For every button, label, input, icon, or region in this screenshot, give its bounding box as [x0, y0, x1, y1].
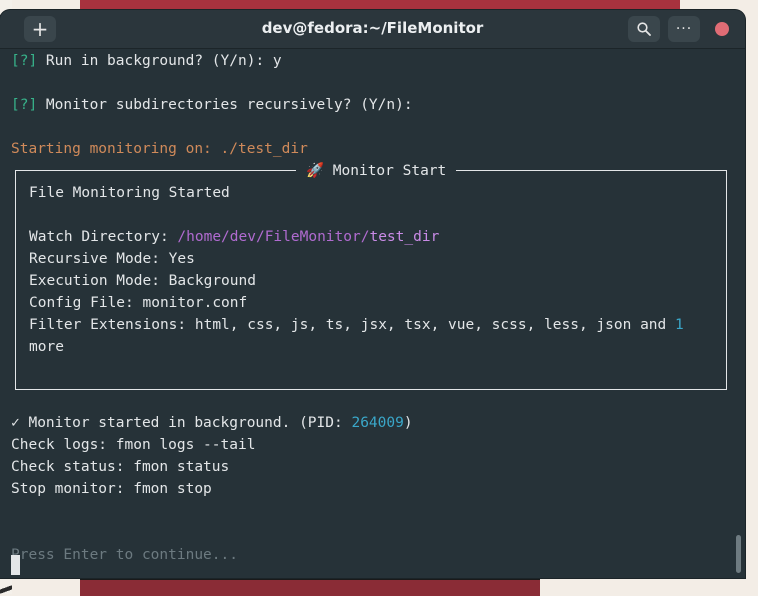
execution-mode: Execution Mode: Background — [29, 273, 256, 289]
filter-label: Filter Extensions: html, css, js, ts, js… — [29, 317, 676, 333]
continue-prompt: Press Enter to continue... — [11, 547, 238, 563]
terminal-output: [?] Run in background? (Y/n): y [?] Moni… — [11, 49, 731, 577]
text-cursor[interactable] — [11, 555, 20, 575]
monitor-start-panel: 🚀 Monitor Start File Monitoring Started … — [15, 160, 727, 390]
started-message: ✓ Monitor started in background. (PID: 2… — [11, 412, 413, 434]
filter-extensions: Filter Extensions: html, css, js, ts, js… — [29, 314, 684, 336]
watch-path: /home/dev/FileMonitor/ — [177, 229, 370, 245]
more-icon: ··· — [675, 21, 693, 37]
prompt-text: Run in background? (Y/n): y — [37, 53, 282, 69]
check-logs: Check logs: fmon logs --tail — [11, 437, 256, 453]
check-status: Check status: fmon status — [11, 459, 230, 475]
prompt-recursive: [?] Monitor subdirectories recursively? … — [11, 94, 413, 116]
prompt-marker: [?] — [11, 97, 38, 113]
terminal-window: + dev@fedora:~/FileMonitor ··· [?] Run i… — [0, 10, 745, 578]
config-file: Config File: monitor.conf — [29, 295, 248, 311]
starting-message: Starting monitoring on: ./test_dir — [11, 141, 308, 157]
wallpaper-bottom — [80, 578, 540, 596]
prompt-background: [?] Run in background? (Y/n): y — [11, 50, 282, 72]
filter-count: 1 — [675, 317, 684, 333]
watch-directory: Watch Directory: /home/dev/FileMonitor/t… — [29, 226, 439, 248]
close-button[interactable] — [715, 22, 729, 36]
prompt-text: Monitor subdirectories recursively? (Y/n… — [37, 97, 413, 113]
filter-more: more — [29, 339, 64, 355]
watch-dir: test_dir — [369, 229, 440, 245]
panel-title: 🚀 Monitor Start — [296, 160, 457, 182]
panel-heading: File Monitoring Started — [29, 185, 230, 201]
prompt-marker: [?] — [11, 53, 38, 69]
started-prefix: ✓ Monitor started in background. (PID: — [11, 415, 352, 431]
recursive-mode: Recursive Mode: Yes — [29, 251, 195, 267]
started-suffix: ) — [403, 415, 413, 431]
pid-value: 264009 — [351, 415, 404, 431]
stop-monitor: Stop monitor: fmon stop — [11, 481, 212, 497]
search-button[interactable] — [628, 16, 660, 42]
scrollbar[interactable] — [734, 49, 744, 577]
titlebar: + dev@fedora:~/FileMonitor ··· — [0, 10, 745, 49]
search-icon — [637, 22, 651, 36]
scrollbar-thumb[interactable] — [736, 535, 741, 573]
watch-label: Watch Directory: — [29, 229, 178, 245]
menu-button[interactable]: ··· — [668, 16, 700, 42]
